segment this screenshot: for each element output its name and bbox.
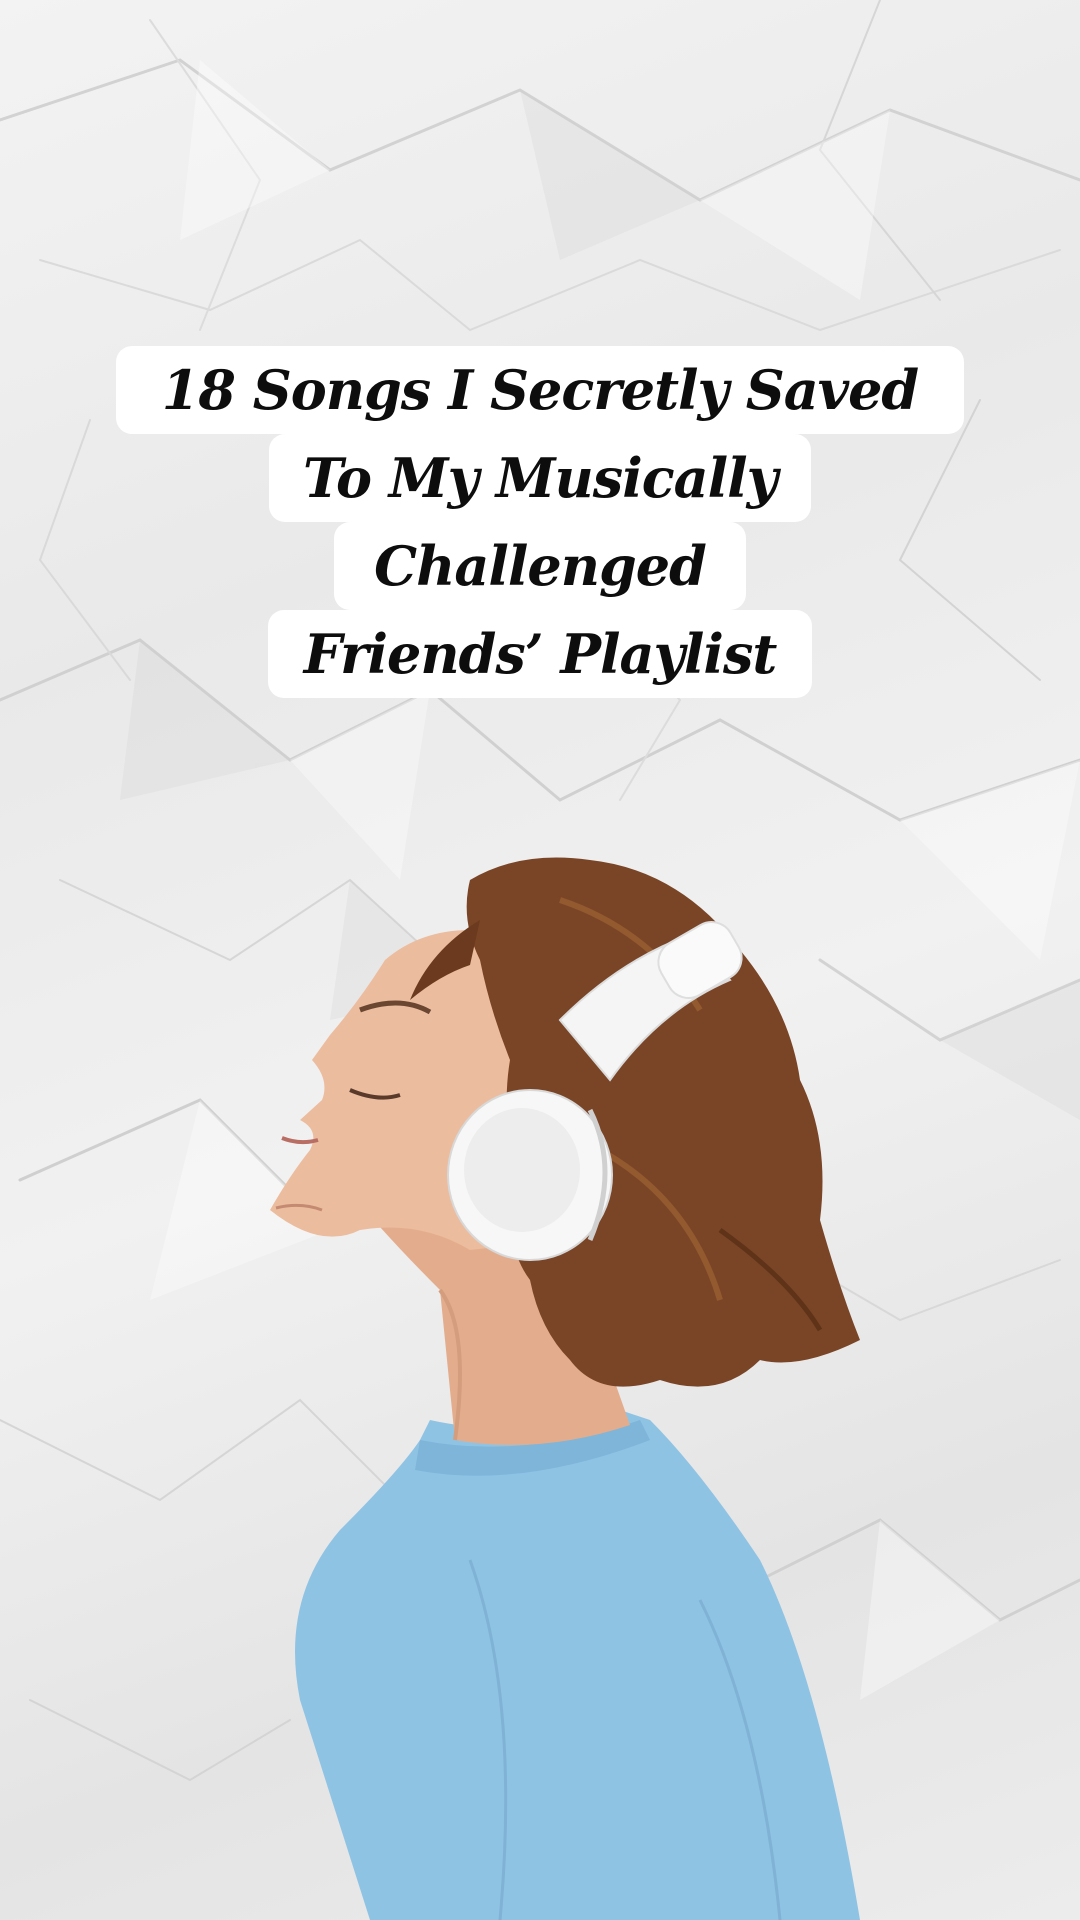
woman-with-headphones-photo <box>270 857 860 1920</box>
title-line-2: To My Musically <box>269 434 811 522</box>
title-overlay: 18 Songs I Secretly Saved To My Musicall… <box>0 346 1080 698</box>
video-frame: 18 Songs I Secretly Saved To My Musicall… <box>0 0 1080 1920</box>
title-line-1: 18 Songs I Secretly Saved <box>115 346 965 434</box>
title-line-4: Friends’ Playlist <box>267 610 813 698</box>
sweater-shape <box>295 1410 860 1920</box>
title-line-3: Challenged <box>334 522 746 610</box>
